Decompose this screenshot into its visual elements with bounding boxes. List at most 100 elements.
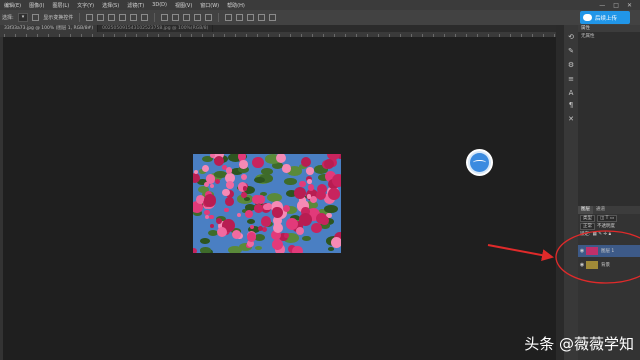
menu-type[interactable]: 文字(Y) [73, 2, 98, 9]
layer-thumbnail [586, 247, 598, 255]
menu-bar: 编辑(E) 图像(I) 图层(L) 文字(Y) 选择(S) 滤镜(T) 3D(D… [0, 0, 640, 10]
align-right-icon[interactable] [141, 14, 149, 21]
history-icon[interactable]: ⟲ [566, 33, 576, 41]
tab-document-2[interactable]: 002505091543102523758.jpg @ 100%(RGB/8) [98, 25, 214, 32]
blossom-shape [224, 207, 229, 213]
brush-icon[interactable]: ✎ [566, 47, 576, 55]
layer-row-background[interactable]: ◉ 背景 [578, 259, 640, 271]
blossom-shape [311, 222, 322, 234]
3d-roll-icon[interactable] [236, 14, 244, 21]
distribute-right-icon[interactable] [205, 14, 213, 21]
align-bottom-icon[interactable] [108, 14, 116, 21]
blossom-shape [307, 179, 312, 184]
align-left-icon[interactable] [119, 14, 127, 21]
filter-icons[interactable]: ◫ T ▭ [597, 214, 618, 222]
layer-name: 背景 [601, 263, 610, 268]
auto-select-dropdown[interactable]: ▾ [17, 13, 29, 22]
show-transform-label: 显示变换控件 [43, 15, 74, 21]
cloud-icon [583, 14, 592, 21]
blossom-shape [260, 216, 272, 228]
layer-name: 图层 1 [601, 249, 615, 254]
align-middle-icon[interactable] [97, 14, 105, 21]
tab-channels[interactable]: 通道 [593, 206, 608, 214]
blend-mode-select[interactable]: 正常 [580, 222, 595, 230]
close-button[interactable]: ✕ [627, 2, 632, 9]
upload-button[interactable]: 后续上传 [580, 11, 630, 24]
3d-slide-icon[interactable] [258, 14, 266, 21]
distribute-bottom-icon[interactable] [183, 14, 191, 21]
blossom-shape [209, 214, 214, 220]
distribute-top-icon[interactable] [161, 14, 169, 21]
auto-select-label: 选择: [2, 15, 14, 21]
blossom-shape [205, 215, 210, 220]
transform-checkbox[interactable] [32, 14, 40, 21]
blossom-shape [282, 204, 290, 212]
blossom-shape [271, 239, 283, 250]
blossom-shape [254, 204, 263, 213]
menu-edit[interactable]: 编辑(E) [0, 2, 25, 9]
divider [79, 13, 81, 22]
blossom-shape [232, 229, 242, 239]
blossom-shape [236, 212, 241, 218]
blossom-shape [330, 236, 341, 248]
visibility-eye-icon[interactable]: ◉ [578, 248, 586, 254]
blossom-shape [328, 188, 340, 200]
right-panel: 属性 无属性 图层 通道 类型 ◫ T ▭ 正常 不透明度 锁定: ▦ ✎ ✛ … [578, 25, 640, 360]
paragraph-icon[interactable]: ¶ [566, 101, 576, 109]
3d-drag-icon[interactable] [247, 14, 255, 21]
3d-rotate-icon[interactable] [225, 14, 233, 21]
maximize-button[interactable]: □ [613, 2, 619, 9]
layers-lock-row: 锁定: ▦ ✎ ✛ 🔒︎ [578, 230, 640, 238]
menu-image[interactable]: 图像(I) [25, 2, 48, 9]
menu-window[interactable]: 窗口(W) [196, 2, 223, 9]
character-icon[interactable]: A [566, 89, 576, 97]
leaf-shape [302, 235, 312, 242]
menu-filter[interactable]: 滤镜(T) [123, 2, 148, 9]
tab-layers[interactable]: 图层 [578, 206, 593, 214]
distribute-center-icon[interactable] [172, 14, 180, 21]
leaf-shape [200, 238, 210, 244]
adjust-icon[interactable]: ≡ [566, 75, 576, 83]
blossom-shape [299, 213, 312, 227]
layers-panel-tabs: 图层 通道 [578, 206, 640, 214]
blossom-shape [216, 227, 227, 238]
align-top-icon[interactable] [86, 14, 94, 21]
distribute-left-icon[interactable] [194, 14, 202, 21]
blossom-shape [239, 160, 248, 169]
align-center-icon[interactable] [130, 14, 138, 21]
leaf-shape [254, 245, 262, 250]
menu-help[interactable]: 帮助(H) [223, 2, 249, 9]
blossom-shape [240, 173, 248, 181]
menu-select[interactable]: 选择(S) [98, 2, 123, 9]
blossom-shape [226, 181, 234, 189]
minimize-button[interactable]: — [599, 2, 605, 9]
layer-row-1[interactable]: ◉ 图层 1 [578, 245, 640, 257]
tools-icon[interactable]: ✕ [566, 115, 576, 123]
blossom-shape [215, 178, 221, 184]
menu-3d[interactable]: 3D(D) [148, 2, 171, 8]
layers-blend-row: 正常 不透明度 [578, 222, 640, 230]
blossom-shape [252, 156, 265, 169]
blossom-shape [284, 233, 289, 238]
lock-icons[interactable]: ▦ ✎ ✛ 🔒︎ [593, 231, 611, 237]
blossom-shape [332, 173, 341, 187]
blossom-shape [225, 197, 235, 207]
divider [154, 13, 156, 22]
blossom-shape [307, 194, 312, 199]
3d-scale-icon[interactable] [269, 14, 277, 21]
blossom-shape [225, 167, 233, 174]
leaf-shape [324, 204, 339, 214]
tab-document-1[interactable]: 33f33a73.jpg @ 100% (图层 1, RGB/8#) [0, 25, 99, 32]
document-image[interactable] [193, 154, 341, 253]
menu-view[interactable]: 视图(V) [171, 2, 196, 9]
menu-layer[interactable]: 图层(L) [48, 2, 73, 9]
layer-kind-filter[interactable]: 类型 [580, 214, 595, 222]
window-controls: — □ ✕ [599, 2, 640, 9]
leaf-shape [267, 192, 283, 202]
document-tabs: 33f33a73.jpg @ 100% (图层 1, RGB/8#) 00250… [0, 25, 556, 32]
options-bar: 选择: ▾ 显示变换控件 [0, 10, 640, 25]
tool-presets-icon[interactable]: ⚙ [566, 61, 576, 69]
floating-assistant-icon[interactable] [468, 151, 491, 174]
visibility-eye-icon[interactable]: ◉ [578, 262, 586, 268]
properties-panel-title[interactable]: 属性 [578, 25, 640, 32]
